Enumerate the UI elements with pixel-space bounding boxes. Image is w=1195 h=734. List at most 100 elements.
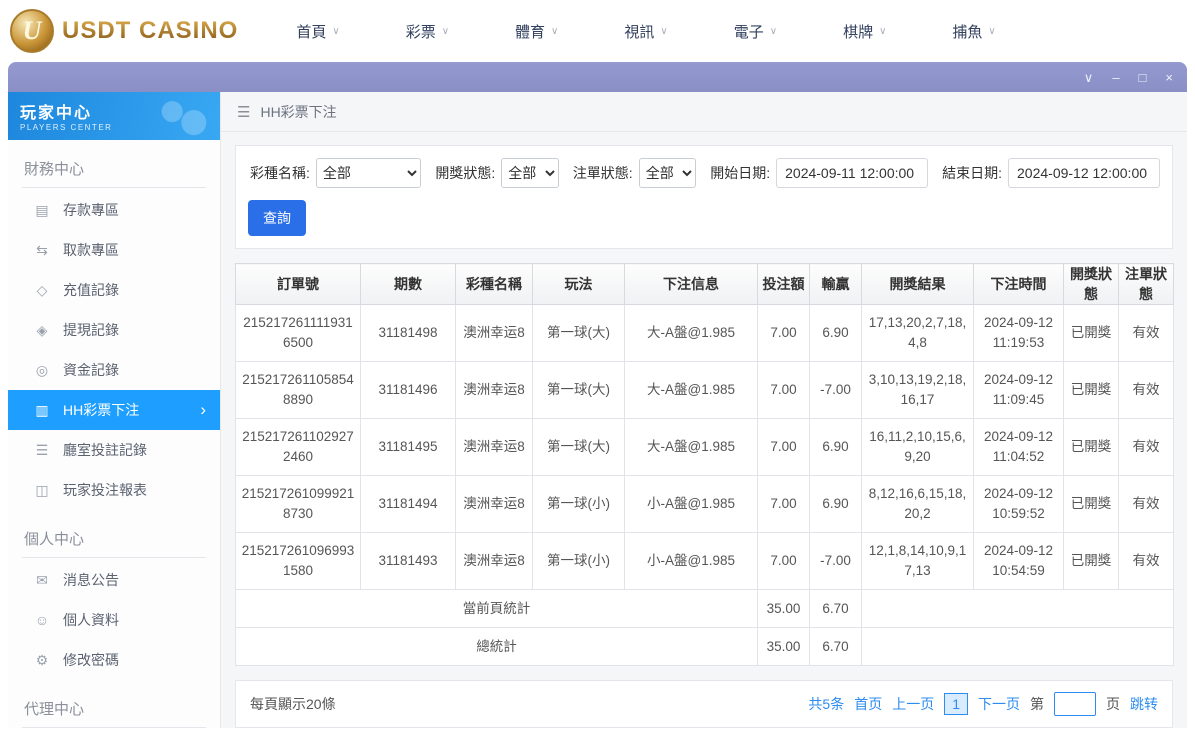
lottery-name-label: 彩種名稱: [250, 165, 310, 181]
nav-item[interactable]: 彩票 ∨ [406, 21, 449, 42]
column-header: 玩法 [532, 263, 625, 305]
maximize-icon[interactable]: □ [1139, 71, 1147, 84]
draw-status-select[interactable]: 全部 [501, 158, 559, 188]
order-status-select[interactable]: 全部 [638, 158, 697, 188]
summary-label: 總統計 [235, 627, 758, 666]
sidebar-item[interactable]: ☰ 廳室投註記錄 [8, 430, 220, 470]
minimize-icon[interactable]: – [1112, 71, 1119, 84]
start-date-input[interactable] [776, 158, 929, 188]
nav-item[interactable]: 電子 ∨ [734, 21, 777, 42]
nav-item[interactable]: 首頁 ∨ [296, 21, 339, 42]
app-window: ∨ – □ × 玩家中心 PLAYERS CENTER 財務中心 ▤ 存款專區 … [8, 62, 1187, 728]
cell-order-status: 有效 [1118, 532, 1174, 590]
sidebar-item-label: 存款專區 [63, 202, 119, 218]
nav-item[interactable]: 體育 ∨ [515, 21, 558, 42]
next-page-link[interactable]: 下一页 [978, 694, 1020, 714]
recharge-record-icon: ◇ [36, 281, 48, 298]
sidebar-item[interactable]: ◎ 資金記錄 [8, 350, 220, 390]
funds-record-icon: ◎ [35, 361, 49, 378]
cell-bet-time: 2024-09-12 10:54:59 [973, 532, 1064, 590]
cell-play-type: 第一球(大) [532, 418, 625, 476]
cell-bet-info: 小-A盤@1.985 [624, 532, 758, 590]
nav-item-label: 首頁 [296, 23, 327, 41]
jump-button[interactable]: 跳转 [1130, 694, 1158, 714]
deposit-icon: ▤ [35, 201, 49, 218]
breadcrumb: ☰ HH彩票下注 [221, 92, 1187, 132]
window-titlebar[interactable]: ∨ – □ × [8, 62, 1187, 92]
sidebar-item-label: 資金記錄 [63, 362, 119, 378]
summary-label: 當前頁統計 [235, 589, 758, 628]
filter-panel: 彩種名稱: 全部 開獎狀態: 全部 注單狀態: 全部 開始日期: 2024-09… [235, 145, 1173, 249]
chevron-down-icon: ∨ [441, 25, 450, 37]
sidebar-item[interactable]: ▤ 存款專區 [8, 190, 220, 230]
sidebar-item-label: HH彩票下注 [63, 402, 140, 418]
sidebar-item[interactable]: ◇ 充值記錄 [8, 270, 220, 310]
summary-empty [861, 627, 1174, 666]
nav-item[interactable]: 視訊 ∨ [624, 21, 667, 42]
cell-draw-status: 已開獎 [1063, 532, 1119, 590]
close-icon[interactable]: × [1165, 71, 1173, 84]
column-header: 下注時間 [973, 263, 1064, 305]
column-header: 訂單號 [235, 263, 361, 305]
table-row[interactable]: 2152172611058548890 31181496 澳洲幸运8 第一球(大… [235, 361, 1174, 419]
cell-issue: 31181496 [360, 361, 456, 419]
search-button[interactable]: 查詢 [248, 200, 306, 236]
sidebar-section: 個人中心 ✉ 消息公告 ☺ 個人資料 ⚙ 修改密碼 [8, 520, 220, 680]
bet-table-body: 2152172611119316500 31181498 澳洲幸运8 第一球(大… [235, 304, 1174, 666]
cell-order-status: 有效 [1118, 475, 1174, 533]
column-header: 開獎結果 [861, 263, 974, 305]
player-report-icon: ◫ [35, 481, 49, 498]
sidebar-item[interactable]: ◈ 提現記錄 [8, 310, 220, 350]
chevron-down-icon: ∨ [769, 25, 778, 37]
summary-row: 當前頁統計 35.00 6.70 [235, 589, 1174, 628]
sidebar: 玩家中心 PLAYERS CENTER 財務中心 ▤ 存款專區 ⇆ 取款專區 ◇… [8, 92, 221, 728]
sidebar-item[interactable]: ⚙ 修改密碼 [8, 640, 220, 680]
end-date-input[interactable] [1008, 158, 1161, 188]
sidebar-item[interactable]: ☺ 個人資料 [8, 600, 220, 640]
withdraw-icon: ⇆ [36, 241, 48, 258]
chevron-down-icon: ∨ [660, 25, 668, 37]
sidebar-item[interactable]: ▥ HH彩票下注 [8, 390, 220, 430]
sidebar-item-label: 消息公告 [63, 572, 119, 588]
page-jump-input[interactable] [1054, 692, 1096, 716]
sidebar-item[interactable]: ◫ 玩家投注報表 [8, 470, 220, 510]
hamburger-menu-icon[interactable]: ☰ [237, 103, 250, 121]
sidebar-item-label: 廳室投註記錄 [63, 442, 147, 458]
jump-label-pre: 第 [1030, 696, 1044, 712]
sidebar-item[interactable]: ⇆ 取款專區 [8, 230, 220, 270]
cell-issue: 31181493 [360, 532, 456, 590]
main-nav: 首頁 ∨ 彩票 ∨ 體育 ∨ 視訊 ∨ 電子 ∨ 棋牌 ∨ 捕魚 ∨ [296, 21, 995, 42]
cell-order-no: 2152172611119316500 [235, 304, 361, 362]
nav-item[interactable]: 捕魚 ∨ [952, 21, 995, 42]
window-controls: ∨ – □ × [1084, 62, 1173, 92]
order-status-label: 注單狀態: [572, 165, 633, 181]
sidebar-item[interactable]: ✉ 消息公告 [8, 560, 220, 600]
chevron-down-icon: ∨ [332, 25, 340, 37]
nav-item-label: 彩票 [405, 23, 436, 41]
dropdown-chevron-icon[interactable]: ∨ [1084, 71, 1094, 84]
table-row[interactable]: 2152172610999218730 31181494 澳洲幸运8 第一球(小… [235, 475, 1174, 533]
cell-draw-result: 8,12,16,6,15,18,20,2 [861, 475, 974, 533]
sidebar-item-label: 充值記錄 [63, 282, 119, 298]
pager: 共5条 首页 上一页 1 下一页 第 页 跳转 [808, 692, 1158, 716]
cell-bet-amount: 7.00 [757, 475, 810, 533]
table-row[interactable]: 2152172611029272460 31181495 澳洲幸运8 第一球(大… [235, 418, 1174, 476]
site-logo[interactable]: U USDT CASINO [10, 9, 238, 53]
summary-empty [861, 589, 1174, 628]
nav-item[interactable]: 棋牌 ∨ [843, 21, 886, 42]
nav-item-label: 棋牌 [843, 23, 874, 41]
cell-draw-result: 17,13,20,2,7,18,4,8 [861, 304, 974, 362]
nav-item-label: 視訊 [624, 23, 655, 41]
summary-row: 總統計 35.00 6.70 [235, 627, 1174, 666]
first-page-link[interactable]: 首页 [854, 694, 882, 714]
summary-bet-amount: 35.00 [757, 627, 810, 666]
cell-bet-amount: 7.00 [757, 304, 810, 362]
cell-play-type: 第一球(大) [532, 304, 625, 362]
jump-label-post: 页 [1106, 696, 1120, 712]
lottery-name-select[interactable]: 全部 [315, 158, 422, 188]
current-page-button[interactable]: 1 [944, 693, 968, 715]
cell-order-no: 2152172611058548890 [235, 361, 361, 419]
table-row[interactable]: 2152172610969931580 31181493 澳洲幸运8 第一球(小… [235, 532, 1174, 590]
prev-page-link[interactable]: 上一页 [892, 694, 934, 714]
table-row[interactable]: 2152172611119316500 31181498 澳洲幸运8 第一球(大… [235, 304, 1174, 362]
